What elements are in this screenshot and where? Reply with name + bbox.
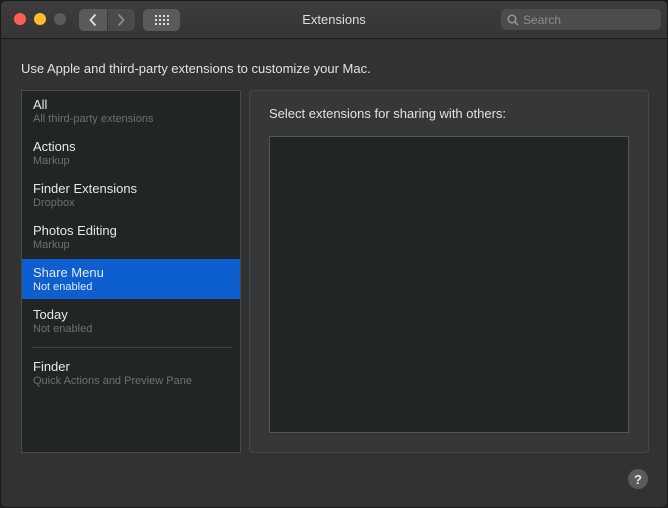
sidebar-item-subtitle: All third-party extensions	[33, 113, 154, 125]
share-menu-panel: Select extensions for sharing with other…	[249, 90, 649, 453]
sidebar-item-today[interactable]: Today Not enabled	[22, 301, 240, 341]
sidebar-item-subtitle: Markup	[33, 155, 70, 167]
sidebar-item-subtitle: Not enabled	[33, 323, 93, 335]
sidebar-item-photos-editing[interactable]: Photos Editing Markup	[22, 217, 240, 257]
title-bar: Extensions	[1, 1, 667, 39]
sidebar-item-label: Finder	[33, 359, 70, 374]
share-extensions-list[interactable]	[269, 136, 629, 433]
search-field[interactable]	[501, 9, 661, 30]
extensions-sidebar: All All third-party extensions Actions M…	[21, 90, 241, 453]
intro-text: Use Apple and third-party extensions to …	[21, 61, 371, 76]
sidebar-item-label: Finder Extensions	[33, 181, 138, 196]
panel-heading: Select extensions for sharing with other…	[269, 106, 507, 121]
sidebar-item-subtitle: Markup	[33, 239, 70, 251]
preferences-window: Extensions Use Apple and third-party ext…	[0, 0, 668, 508]
sidebar-item-label: Actions	[33, 139, 76, 154]
sidebar-divider	[32, 347, 232, 348]
sidebar-item-label: Photos Editing	[33, 223, 117, 238]
search-icon	[507, 14, 519, 26]
sidebar-item-share-menu[interactable]: Share Menu Not enabled	[22, 259, 240, 299]
help-button[interactable]: ?	[628, 469, 648, 489]
sidebar-item-all[interactable]: All All third-party extensions	[22, 91, 240, 131]
sidebar-item-actions[interactable]: Actions Markup	[22, 133, 240, 173]
sidebar-item-subtitle: Quick Actions and Preview Pane	[33, 375, 192, 387]
sidebar-item-finder[interactable]: Finder Quick Actions and Preview Pane	[22, 353, 240, 393]
sidebar-item-subtitle: Not enabled	[33, 281, 93, 293]
search-input[interactable]	[523, 12, 653, 27]
sidebar-item-label: All	[33, 97, 48, 112]
help-icon: ?	[634, 471, 642, 487]
sidebar-item-subtitle: Dropbox	[33, 197, 75, 209]
sidebar-item-finder-extensions[interactable]: Finder Extensions Dropbox	[22, 175, 240, 215]
sidebar-item-label: Share Menu	[33, 265, 104, 280]
sidebar-item-label: Today	[33, 307, 68, 322]
